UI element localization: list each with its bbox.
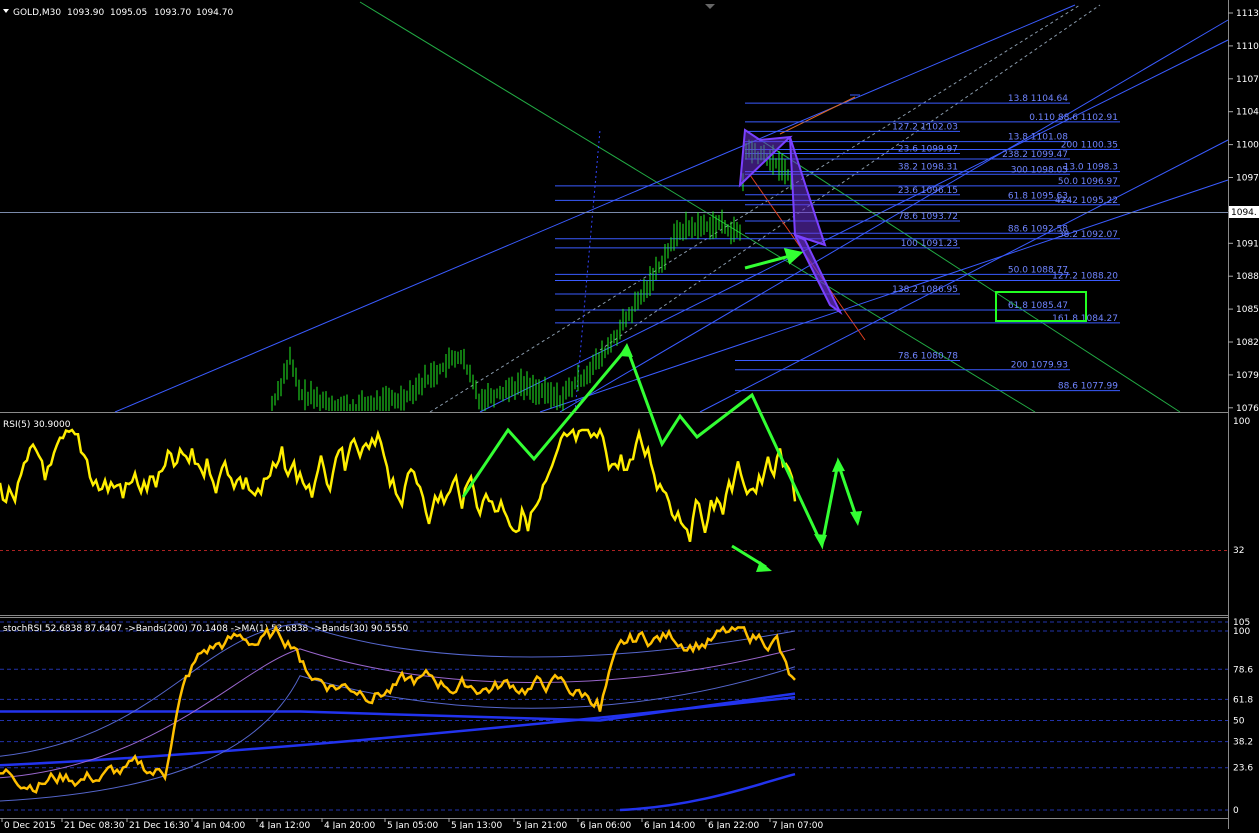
time-tick-label: 0 Dec 2015 — [4, 821, 56, 829]
fib-level-label: 200 1079.93 — [1011, 361, 1068, 371]
rsi-label: RSI(5) 30.9000 — [3, 420, 71, 430]
fib-level-label: 200 1100.35 — [1061, 140, 1118, 150]
price-tick-label: 1097. — [1236, 174, 1259, 184]
rsi-tick-100: 100 — [1233, 417, 1250, 427]
price-tick-label: 1104. — [1236, 108, 1259, 118]
fib-level-label: 4242 1095.22 — [1055, 196, 1118, 206]
trading-chart-svg[interactable]: GOLD,M30 1093.90 1095.05 1093.70 1094.70 — [0, 0, 1259, 831]
chart-window[interactable]: GOLD,M30 1093.90 1095.05 1093.70 1094.70 — [0, 0, 1259, 831]
price-tick-label: 1107. — [1236, 75, 1259, 85]
fib-level-label: 78.6 1093.72 — [898, 212, 958, 222]
stochrsi-tick-label: 23.6 — [1233, 764, 1253, 774]
time-tick-label: 7 Jan 07:00 — [772, 821, 824, 829]
stochrsi-tick-label: 78.6 — [1233, 665, 1253, 675]
fib-level-label: 127.2 1088.20 — [1052, 272, 1118, 282]
time-tick-label: 6 Jan 22:00 — [708, 821, 760, 829]
stochrsi-tick-label: 38.2 — [1233, 738, 1253, 748]
fib-level-label: 238.2 1099.47 — [1002, 150, 1068, 160]
ohlc-low: 1093.70 — [154, 8, 191, 18]
fib-level-label: 127.2 1102.03 — [892, 122, 958, 132]
price-tick-label: 1082. — [1236, 338, 1259, 348]
ohlc-open: 1093.90 — [67, 8, 104, 18]
time-tick-label: 5 Jan 13:00 — [451, 821, 503, 829]
ohlc-close: 1094.70 — [196, 8, 233, 18]
fib-level-label: 38.2 1098.31 — [898, 162, 958, 172]
time-tick-label: 4 Jan 12:00 — [259, 821, 311, 829]
stochrsi-tick-label: 61.8 — [1233, 695, 1253, 705]
fib-level-label: 23.6 1099.97 — [898, 145, 958, 155]
fib-level-label: 13.8 1104.64 — [1008, 94, 1068, 104]
price-tick-label: 1110. — [1236, 42, 1259, 52]
fib-level-label: 13.0 1098.3 — [1064, 163, 1118, 173]
time-tick-label: 21 Dec 16:30 — [129, 821, 190, 829]
fib-level-label: 100 1091.23 — [901, 239, 958, 249]
stochrsi-tick-label: 50 — [1233, 716, 1245, 726]
stochrsi-tick-label: 100 — [1233, 627, 1250, 637]
price-tick-label: 1113. — [1236, 9, 1259, 19]
fib-level-label: 300 1098.05 — [1011, 165, 1068, 175]
price-tick-label: 1088. — [1236, 272, 1259, 282]
fib-level-label: 38.2 1092.07 — [1058, 230, 1118, 240]
time-tick-label: 6 Jan 06:00 — [580, 821, 632, 829]
fib-level-label: 0.110 88.6 1102.91 — [1029, 113, 1118, 123]
stochrsi-label: stochRSI 52.6838 87.6407 ->Bands(200) 70… — [3, 624, 409, 634]
fib-level-label: 78.6 1080.78 — [898, 352, 958, 362]
fib-level-label: 88.6 1077.99 — [1058, 382, 1118, 392]
fib-level-label: 138.2 1086.95 — [892, 285, 958, 295]
price-tick-label: 1091. — [1236, 239, 1259, 249]
fib-level-label: 50.0 1096.97 — [1058, 177, 1118, 187]
price-tick-label: 1085. — [1236, 305, 1259, 315]
time-tick-label: 5 Jan 21:00 — [516, 821, 568, 829]
time-tick-label: 6 Jan 14:00 — [644, 821, 696, 829]
fib-level-label: 13.8 1101.08 — [1008, 133, 1068, 143]
price-tick-label: 1079. — [1236, 371, 1259, 381]
time-tick-label: 21 Dec 08:30 — [64, 821, 125, 829]
time-tick-label: 4 Jan 20:00 — [324, 821, 376, 829]
time-tick-label: 4 Jan 04:00 — [194, 821, 246, 829]
fib-level-label: 61.8 1085.47 — [1008, 301, 1068, 311]
last-price-label: 1094. — [1231, 208, 1257, 218]
stochrsi-tick-label: 0 — [1233, 806, 1239, 816]
symbol-label: GOLD,M30 — [13, 8, 61, 18]
time-tick-label: 5 Jan 05:00 — [387, 821, 439, 829]
price-tick-label: 1100. — [1236, 141, 1259, 151]
rsi-tick-32: 32 — [1233, 546, 1244, 556]
price-tick-label: 1076. — [1236, 404, 1259, 414]
fib-level-label: 23.6 1096.15 — [898, 186, 958, 196]
ohlc-high: 1095.05 — [110, 8, 147, 18]
